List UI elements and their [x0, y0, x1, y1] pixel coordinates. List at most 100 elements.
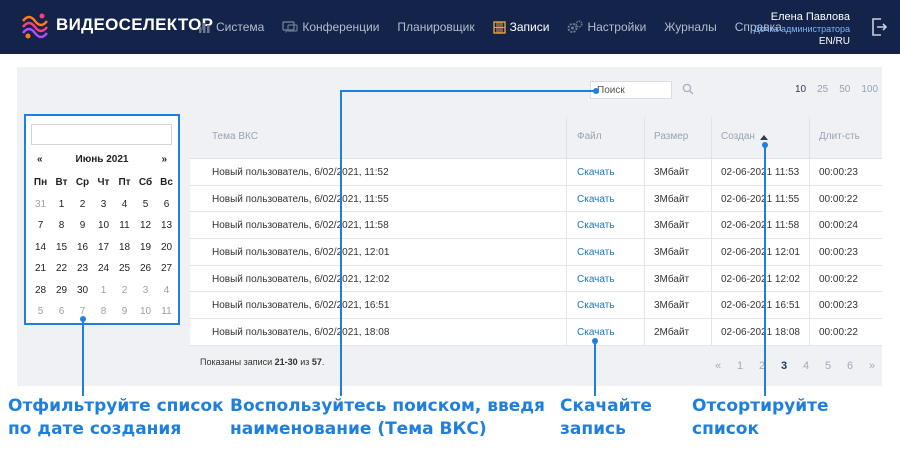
calendar-day[interactable]: 30 — [72, 280, 93, 302]
calendar-day[interactable]: 8 — [93, 301, 114, 323]
calendar-day[interactable]: 3 — [135, 280, 156, 302]
calendar-day[interactable]: 18 — [114, 237, 135, 259]
page-size-option[interactable]: 100 — [861, 84, 878, 95]
pagination-page[interactable]: 6 — [839, 360, 861, 372]
calendar-day[interactable]: 12 — [135, 215, 156, 237]
records-info: Показаны записи 21-30 из 57. — [200, 357, 324, 367]
calendar-day[interactable]: 16 — [72, 237, 93, 259]
column-header-duration[interactable]: Длит-сть — [819, 131, 860, 142]
calendar-day[interactable]: 11 — [156, 301, 177, 323]
download-link[interactable]: Скачать — [577, 327, 615, 338]
cell-duration: 00:00:23 — [819, 167, 858, 178]
calendar-day[interactable]: 29 — [51, 280, 72, 302]
pagination-page[interactable]: 4 — [795, 360, 817, 372]
column-header-topic[interactable]: Тема ВКС — [212, 131, 258, 142]
annotation-dot — [80, 316, 86, 322]
calendar-day[interactable]: 5 — [135, 194, 156, 216]
cell-topic: Новый пользователь, 6/02/2021, 18:08 — [212, 327, 390, 339]
calendar-day[interactable]: 13 — [156, 215, 177, 237]
user-name[interactable]: Елена Павлова — [754, 11, 850, 23]
download-link[interactable]: Скачать — [577, 247, 615, 258]
table-row: Новый пользователь, 6/02/2021, 11:58 Скач… — [190, 212, 882, 240]
calendar-day[interactable]: 3 — [93, 194, 114, 216]
calendar-day[interactable]: 20 — [156, 237, 177, 259]
nav-item-label: Настройки — [587, 20, 647, 34]
calendar-day[interactable]: 11 — [114, 215, 135, 237]
pagination-page[interactable]: 2 — [751, 360, 773, 372]
column-header-file[interactable]: Файл — [577, 131, 602, 142]
calendar-day[interactable]: 2 — [114, 280, 135, 302]
calendar-day[interactable]: 5 — [30, 301, 51, 323]
column-divider — [809, 265, 810, 292]
nav-item-settings[interactable]: Настройки — [567, 20, 646, 34]
nav-item-logs[interactable]: Журналы — [664, 20, 716, 34]
annotation-line — [764, 145, 766, 396]
calendar-day[interactable]: 19 — [135, 237, 156, 259]
calendar-day[interactable]: 2 — [72, 194, 93, 216]
calendar-day[interactable]: 4 — [156, 280, 177, 302]
calendar-day[interactable]: 10 — [93, 215, 114, 237]
column-divider — [711, 319, 712, 346]
calendar-day[interactable]: 21 — [30, 258, 51, 280]
calendar-day[interactable]: 28 — [30, 280, 51, 302]
pagination-page[interactable]: 3 — [773, 360, 795, 372]
page-size-option[interactable]: 25 — [817, 84, 828, 95]
calendar-day[interactable]: 4 — [114, 194, 135, 216]
table-row: Новый пользователь, 6/02/2021, 16:51 Скач… — [190, 292, 882, 320]
nav-item-system[interactable]: Система — [198, 20, 264, 34]
pagination-page[interactable]: 5 — [817, 360, 839, 372]
annotation-line-text: Отсортируйте — [692, 396, 829, 416]
calendar-next-month-button[interactable]: » — [161, 154, 167, 165]
column-header-created[interactable]: Создан — [721, 131, 755, 142]
pagination-first-button[interactable]: « — [707, 360, 729, 372]
date-filter-input[interactable] — [31, 124, 172, 145]
sort-ascending-icon[interactable] — [760, 135, 768, 140]
calendar-day[interactable]: 1 — [93, 280, 114, 302]
download-link[interactable]: Скачать — [577, 274, 615, 285]
download-link[interactable]: Скачать — [577, 167, 615, 178]
page-size-selector: 10 25 50 100 — [784, 84, 878, 95]
calendar-day[interactable]: 7 — [30, 215, 51, 237]
calendar-day[interactable]: 9 — [114, 301, 135, 323]
nav-item-conferences[interactable]: Конференции — [282, 20, 379, 34]
calendar-day[interactable]: 1 — [51, 194, 72, 216]
cell-size: 3Мбайт — [654, 247, 690, 259]
cell-created: 02-06-2021 11:58 — [721, 220, 800, 232]
column-header-size[interactable]: Размер — [654, 131, 688, 142]
nav-item-label: Планировщик — [397, 20, 475, 34]
column-divider — [566, 185, 567, 212]
pagination-page[interactable]: 1 — [729, 360, 751, 372]
gears-icon — [567, 20, 584, 33]
calendar-day[interactable]: 15 — [51, 237, 72, 259]
column-divider — [711, 185, 712, 212]
logout-icon[interactable] — [870, 17, 888, 37]
download-link[interactable]: Скачать — [577, 300, 615, 311]
language-switch[interactable]: EN/RU — [754, 36, 850, 48]
calendar-day[interactable]: 24 — [93, 258, 114, 280]
search-input[interactable] — [590, 81, 672, 99]
calendar-day[interactable]: 8 — [51, 215, 72, 237]
annotation-line-text: список — [692, 419, 760, 439]
download-link[interactable]: Скачать — [577, 194, 615, 205]
calendar-day[interactable]: 31 — [30, 194, 51, 216]
calendar-day[interactable]: 26 — [135, 258, 156, 280]
calendar-day[interactable]: 10 — [135, 301, 156, 323]
nav-item-recordings[interactable]: Записи — [492, 20, 549, 34]
calendar-day[interactable]: 27 — [156, 258, 177, 280]
calendar-day[interactable]: 25 — [114, 258, 135, 280]
search-icon[interactable] — [682, 83, 694, 95]
film-icon — [492, 20, 506, 34]
calendar-day[interactable]: 9 — [72, 215, 93, 237]
calendar-day[interactable]: 23 — [72, 258, 93, 280]
calendar-day[interactable]: 17 — [93, 237, 114, 259]
calendar-day[interactable]: 6 — [51, 301, 72, 323]
page-size-option[interactable]: 50 — [839, 84, 850, 95]
calendar-day[interactable]: 22 — [51, 258, 72, 280]
calendar-day[interactable]: 14 — [30, 237, 51, 259]
nav-item-scheduler[interactable]: Планировщик — [397, 20, 474, 34]
records-info-middle: из — [297, 357, 312, 367]
download-link[interactable]: Скачать — [577, 220, 615, 231]
page-size-option[interactable]: 10 — [795, 84, 806, 95]
calendar-day[interactable]: 6 — [156, 194, 177, 216]
pagination-last-button[interactable]: » — [861, 360, 883, 372]
